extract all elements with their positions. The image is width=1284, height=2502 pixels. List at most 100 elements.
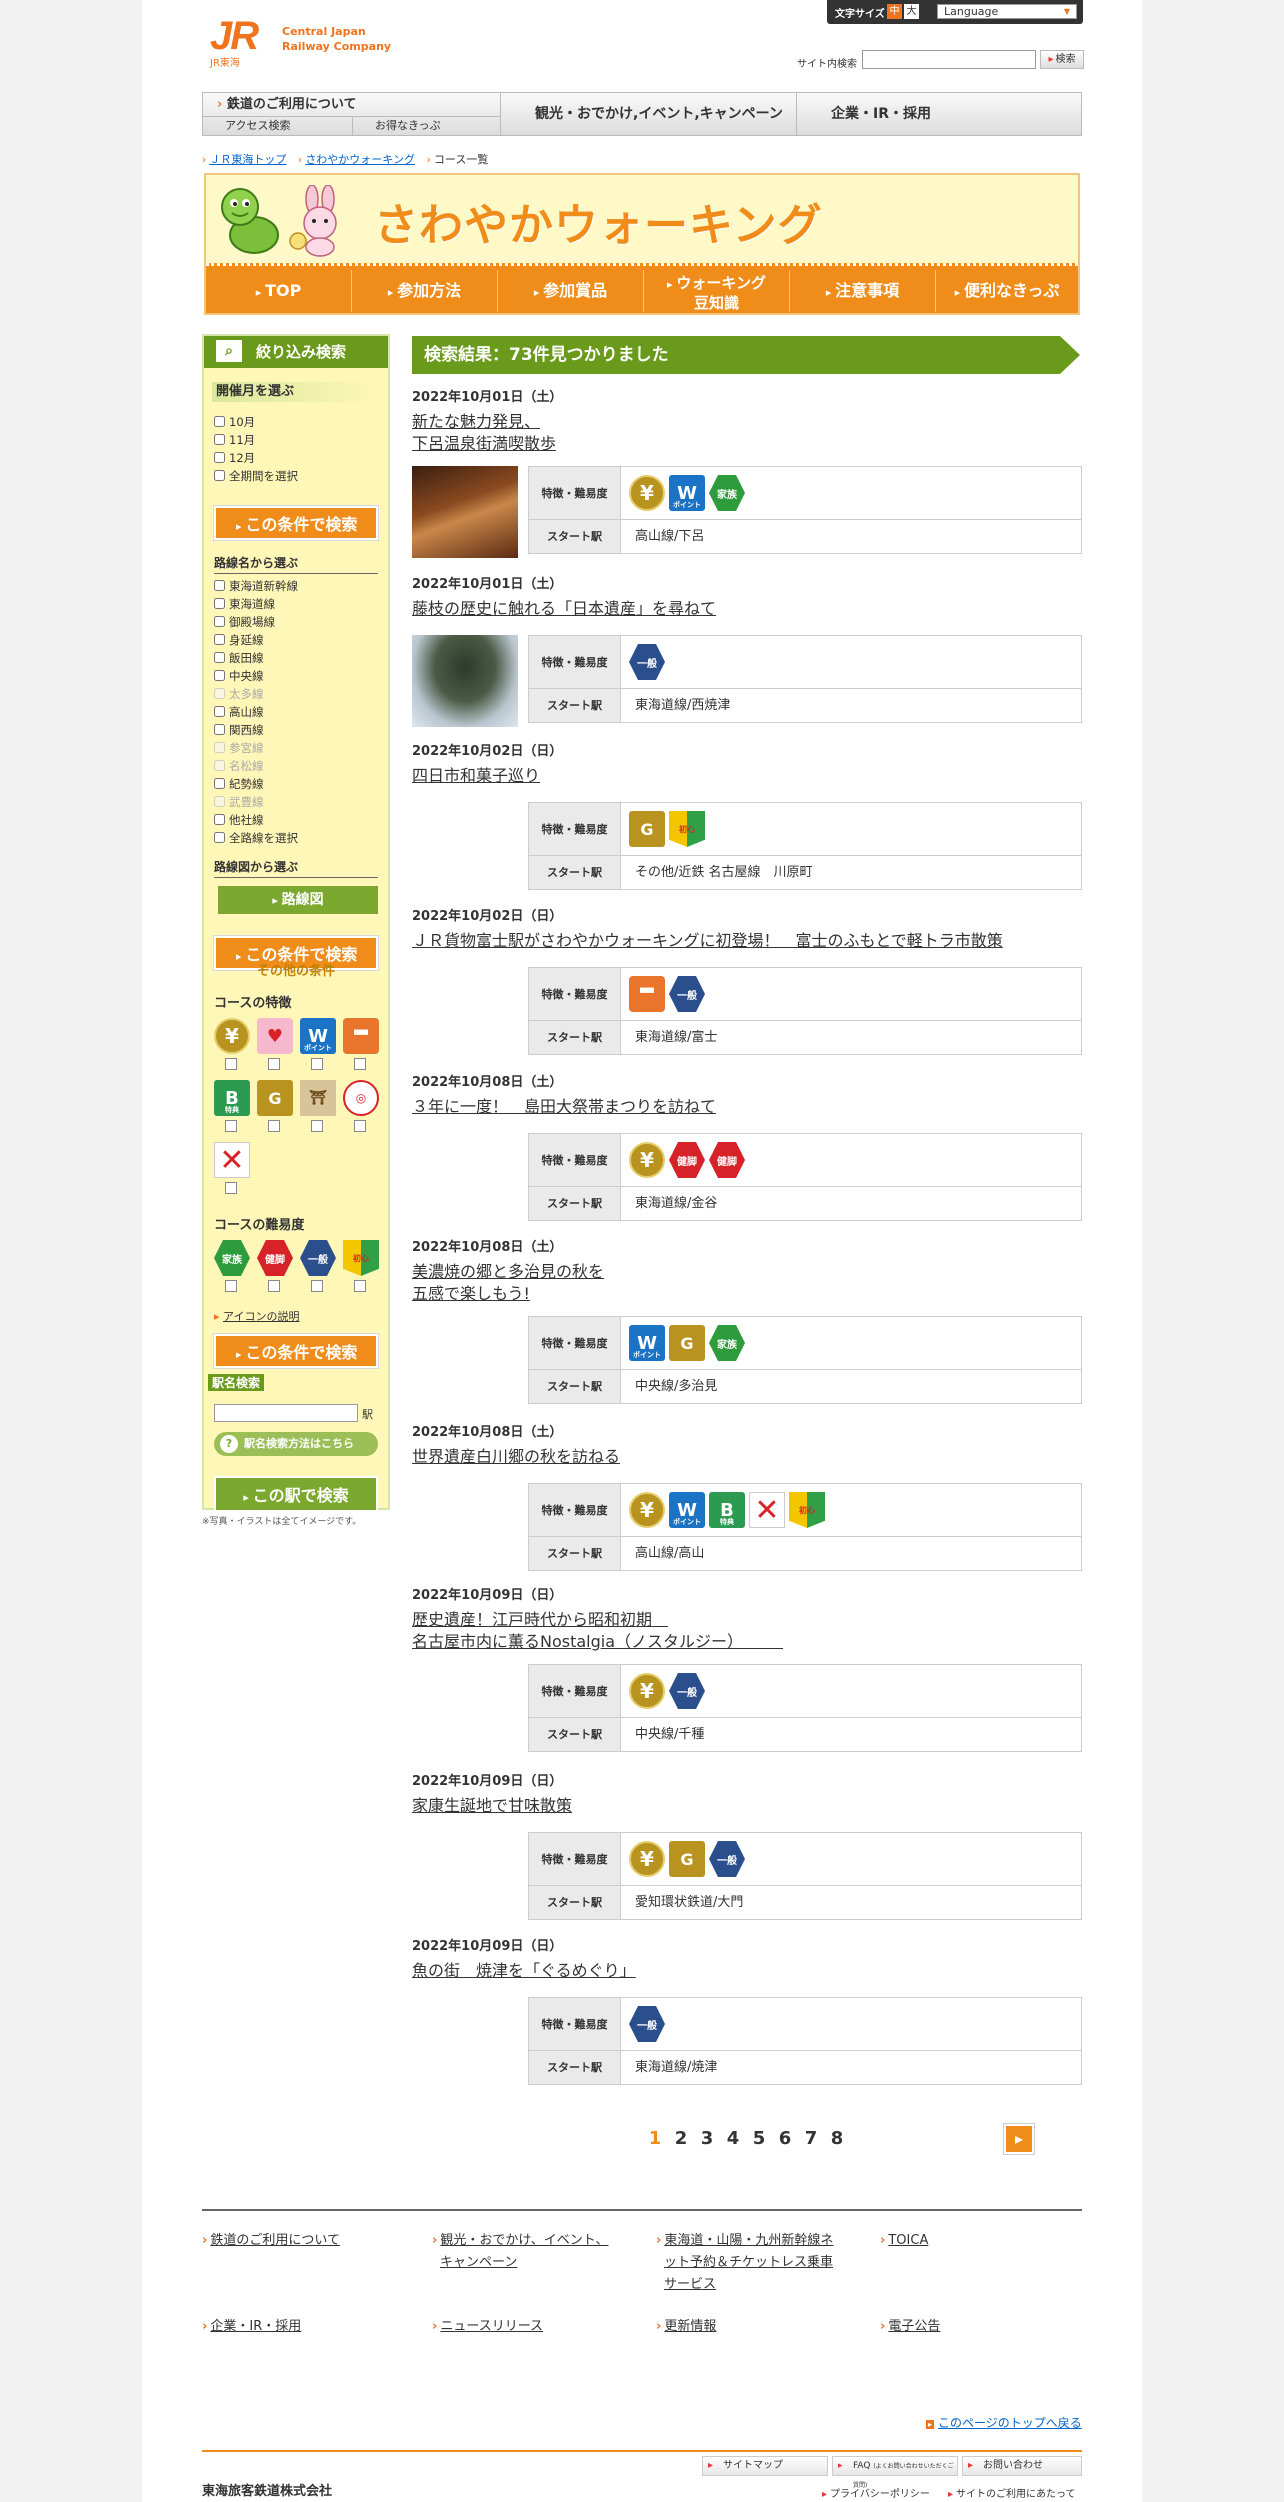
search-by-station-button[interactable]: この駅で検索 (214, 1476, 378, 1512)
footer-link-news[interactable]: ニュースリリース (432, 2316, 543, 2338)
gnav-discount-tickets[interactable]: お得なきっぷ (353, 117, 501, 135)
font-size-large-button[interactable]: 大 (904, 4, 919, 19)
footer-link-tourism[interactable]: 観光・おでかけ、イベント、キャンペーン (432, 2230, 608, 2274)
feature-yen-option[interactable]: ¥ (214, 1018, 250, 1074)
course-title-link[interactable]: 家康生誕地で甘味散策 (412, 1795, 572, 1817)
page-link[interactable]: 7 (798, 2124, 824, 2154)
site-usage-link[interactable]: サイトのご利用にあたって (948, 2485, 1076, 2500)
gnav-access-search[interactable]: アクセス検索 (203, 117, 353, 135)
contact-button[interactable]: お問い合わせ (962, 2456, 1082, 2476)
course-title-link[interactable]: 新たな魅力発見、 下呂温泉街満喫散歩 (412, 411, 556, 455)
banner-nav-walking-tips[interactable]: ウォーキング豆知識 (644, 270, 790, 312)
feature-difficulty-label: 特徴・難易度 (529, 968, 621, 1021)
banner-nav-notes[interactable]: 注意事項 (790, 270, 936, 312)
course-title-link[interactable]: ３年に一度！ 島田大祭帯まつりを訪ねて (412, 1096, 716, 1118)
month-10-checkbox[interactable]: 10月 (214, 414, 255, 430)
footer-link-public-notice[interactable]: 電子公告 (880, 2316, 940, 2338)
course-title-link[interactable]: 四日市和菓子巡り (412, 765, 540, 787)
line-checkbox[interactable]: 中央線 (214, 668, 264, 684)
line-section-title: 路線名から選ぶ (214, 554, 378, 574)
yen-icon: ¥ (214, 1018, 250, 1054)
route-map-button[interactable]: 路線図 (218, 886, 378, 914)
font-size-medium-button[interactable]: 中 (887, 4, 902, 19)
feature-stamp-option[interactable]: ◎ (343, 1080, 379, 1136)
corporate-name: 東海旅客鉄道株式会社 (202, 2484, 333, 2499)
course-photo[interactable] (412, 466, 518, 558)
course-title-link[interactable]: 美濃焼の郷と多治見の秋を 五感で楽しもう! (412, 1261, 604, 1305)
banner-nav-tickets[interactable]: 便利なきっぷ (936, 270, 1078, 312)
w-point-icon: W ポイント (669, 1492, 705, 1528)
line-checkbox-disabled: 太多線 (214, 686, 264, 702)
privacy-policy-link[interactable]: プライバシーポリシー (822, 2485, 930, 2500)
banner-nav-top[interactable]: TOP (206, 270, 352, 312)
faq-button[interactable]: FAQ (よくお問い合わせいただくご質問) (832, 2456, 958, 2489)
footer-link-ex-reservation[interactable]: 東海道・山陽・九州新幹線ネット予約＆チケットレス乗車サービス (656, 2230, 856, 2296)
line-checkbox[interactable]: 御殿場線 (214, 614, 275, 630)
gnav-tourism[interactable]: 観光・おでかけ,イベント,キャンペーン (501, 93, 797, 135)
footer-link-railway[interactable]: 鉄道のご利用について (202, 2230, 340, 2252)
line-checkbox[interactable]: 飯田線 (214, 650, 264, 666)
site-search-button[interactable]: 検索 (1040, 50, 1084, 69)
site-search-label: サイト内検索 (797, 59, 857, 70)
sitemap-button[interactable]: サイトマップ (702, 2456, 828, 2476)
breadcrumb-jr-top[interactable]: ＪＲ東海トップ (209, 153, 286, 166)
start-station-value: 東海道線/富士 (635, 1030, 718, 1045)
month-all-checkbox[interactable]: 全期間を選択 (214, 468, 298, 484)
difficulty-family-option[interactable]: 家族 (214, 1240, 250, 1296)
back-to-top-link[interactable]: このページのトップへ戻る (926, 2414, 1082, 2431)
page-link[interactable]: 2 (668, 2124, 694, 2154)
footer-link-corporate[interactable]: 企業・IR・採用 (202, 2316, 301, 2338)
course-photo[interactable] (412, 635, 518, 727)
station-name-input[interactable] (214, 1404, 358, 1422)
site-search-input[interactable] (862, 50, 1036, 69)
line-checkbox[interactable]: 他社線 (214, 812, 264, 828)
line-checkbox[interactable]: 紀勢線 (214, 776, 264, 792)
line-checkbox[interactable]: 高山線 (214, 704, 264, 720)
start-station-value: 高山線/下呂 (635, 529, 705, 544)
month-12-checkbox[interactable]: 12月 (214, 450, 255, 466)
page-link[interactable]: 6 (772, 2124, 798, 2154)
feature-train-option[interactable]: ▀▀ (343, 1018, 379, 1074)
search-by-condition-button[interactable]: この条件で検索 (214, 506, 378, 540)
line-checkbox-all[interactable]: 全路線を選択 (214, 830, 298, 846)
line-checkbox[interactable]: 東海道線 (214, 596, 275, 612)
feature-wpoint-option[interactable]: W ポイント (300, 1018, 336, 1074)
breadcrumb-walking[interactable]: さわやかウォーキング (305, 153, 415, 166)
line-checkbox[interactable]: 関西線 (214, 722, 264, 738)
feature-icons-cell: ¥ 健脚 健脚 (621, 1134, 1081, 1187)
difficulty-ippan-option[interactable]: 一般 (300, 1240, 336, 1296)
feature-no-option[interactable]: ✕ (214, 1142, 250, 1198)
banner-nav-how-to-join[interactable]: 参加方法 (352, 270, 498, 312)
station-help-button[interactable]: ? 駅名検索方法はこちら (214, 1432, 378, 1456)
feature-gourmet-option[interactable]: G (257, 1080, 293, 1136)
search-by-condition-button[interactable]: この条件で検索 (214, 1334, 378, 1368)
page-link[interactable]: 4 (720, 2124, 746, 2154)
page-link[interactable]: 8 (824, 2124, 850, 2154)
gnav-corporate[interactable]: 企業・IR・採用 (797, 93, 1083, 135)
language-select[interactable]: Language ▼ (937, 4, 1077, 19)
heart-icon: ♥ (257, 1018, 293, 1054)
jr-central-logo[interactable]: JR JR東海 Central Japan Railway Company (202, 16, 402, 69)
gnav-railway-use[interactable]: › 鉄道のご利用について (203, 93, 501, 117)
footer-link-toica[interactable]: TOICA (880, 2230, 928, 2252)
course-title-link[interactable]: 世界遺産白川郷の秋を訪ねる (412, 1446, 620, 1468)
page-link[interactable]: 5 (746, 2124, 772, 2154)
feature-btokuten-option[interactable]: B 特典 (214, 1080, 250, 1136)
next-page-button[interactable]: ▸ (1004, 2124, 1034, 2154)
icon-help-link[interactable]: ▸ アイコンの説明 (214, 1308, 299, 1324)
course-title-link[interactable]: 魚の街 焼津を「ぐるめぐり」 (412, 1960, 636, 1982)
course-title-link[interactable]: 歴史遺産！江戸時代から昭和初期 名古屋市内に薫るNostalgia（ノスタルジー… (412, 1609, 783, 1653)
feature-history-option[interactable]: ⛩ (300, 1080, 336, 1136)
course-title-link[interactable]: 藤枝の歴史に触れる「日本遺産」を尋ねて (412, 598, 716, 620)
difficulty-shoshin-option[interactable]: 初心 (343, 1240, 379, 1296)
family-icon: 家族 (214, 1240, 250, 1276)
line-checkbox[interactable]: 東海道新幹線 (214, 578, 298, 594)
footer-link-updates[interactable]: 更新情報 (656, 2316, 716, 2338)
line-checkbox[interactable]: 身延線 (214, 632, 264, 648)
difficulty-kenkyaku-option[interactable]: 健脚 (257, 1240, 293, 1296)
feature-heart-option[interactable]: ♥ (257, 1018, 293, 1074)
page-link[interactable]: 3 (694, 2124, 720, 2154)
banner-nav-prizes[interactable]: 参加賞品 (498, 270, 644, 312)
course-title-link[interactable]: ＪＲ貨物富士駅がさわやかウォーキングに初登場！ 富士のふもとで軽トラ市散策 (412, 930, 1003, 952)
month-11-checkbox[interactable]: 11月 (214, 432, 255, 448)
